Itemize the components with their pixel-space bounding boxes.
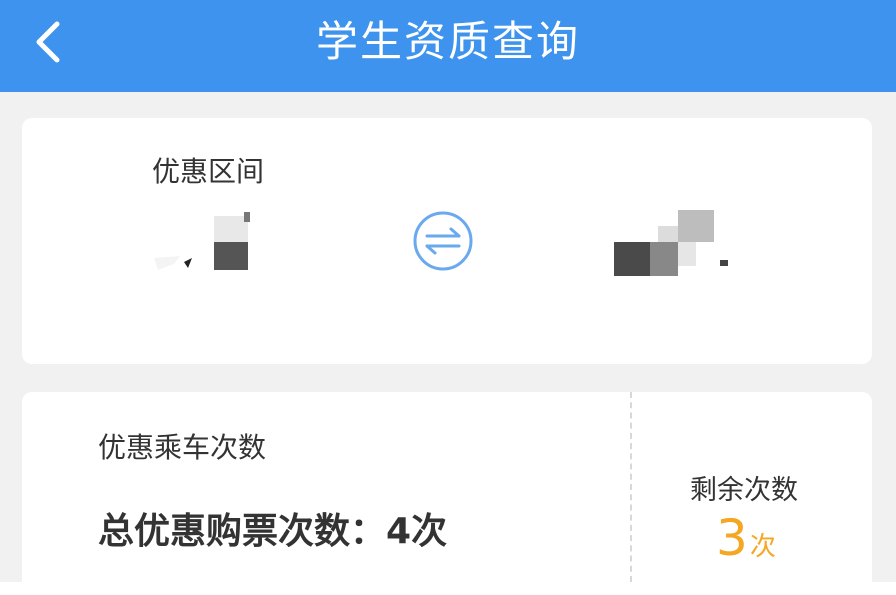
page-title: 学生资质查询: [315, 17, 580, 66]
screen: 学生资质查询 优惠区间 优惠乘车次数 总优惠购票次数：4次 剩余次数 3次: [0, 0, 896, 595]
bottom-edge: [0, 582, 896, 595]
remaining-count: 3次: [716, 510, 776, 566]
total-count-label: 总优惠购票次数：: [98, 511, 387, 552]
discount-range-card: 优惠区间: [22, 118, 872, 364]
from-station-redacted[interactable]: [144, 212, 254, 282]
ride-count-label: 优惠乘车次数: [98, 431, 267, 464]
total-discount-count: 总优惠购票次数：4次: [98, 502, 447, 554]
swap-stations-button[interactable]: [412, 210, 474, 272]
column-divider: [630, 392, 632, 582]
discount-range-label: 优惠区间: [152, 155, 265, 188]
remaining-count-number: 3: [716, 509, 748, 567]
ride-count-card: 优惠乘车次数 总优惠购票次数：4次 剩余次数 3次: [22, 392, 872, 582]
top-bar: 学生资质查询: [0, 0, 896, 92]
remaining-count-label: 剩余次数: [690, 475, 798, 506]
total-count-value: 4次: [386, 511, 448, 552]
to-station-redacted[interactable]: [610, 210, 734, 282]
remaining-count-unit: 次: [749, 532, 776, 562]
